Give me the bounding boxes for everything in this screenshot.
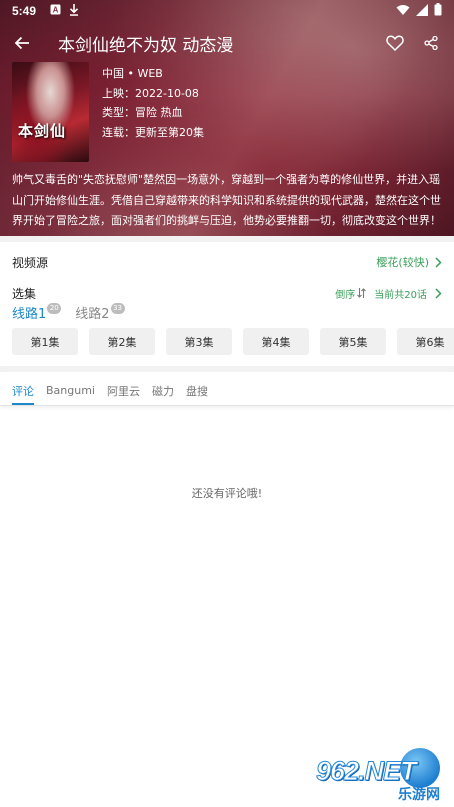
line-tab-label: 线路2 xyxy=(75,307,110,322)
share-icon xyxy=(424,36,438,50)
tab-comments[interactable]: 评论 xyxy=(12,376,34,406)
sort-toggle[interactable]: 倒序 xyxy=(335,286,367,301)
episodes-header: 选集 倒序 当前共20话 xyxy=(0,282,454,304)
arrow-left-icon xyxy=(14,36,29,50)
video-source-label: 视频源 xyxy=(12,255,49,270)
wifi-icon xyxy=(396,4,410,19)
episode-button[interactable]: 第6集 xyxy=(397,328,454,355)
meta-region: 中国 • WEB xyxy=(102,67,163,80)
anime-info: 本剑仙 中国 • WEB 上映：2022-10-08 类型：冒险 热血 连载：更… xyxy=(12,62,204,162)
episodes-label: 选集 xyxy=(12,286,37,301)
sort-icon xyxy=(357,288,367,298)
divider xyxy=(0,366,454,372)
status-time: 5:49 xyxy=(12,4,37,18)
chevron-right-icon xyxy=(435,256,442,268)
svg-text:A: A xyxy=(53,6,59,15)
meta-list: 中国 • WEB 上映：2022-10-08 类型：冒险 热血 连载：更新至第2… xyxy=(102,62,204,162)
poster-image[interactable]: 本剑仙 xyxy=(12,62,89,162)
episode-button[interactable]: 第1集 xyxy=(12,328,78,355)
toolbar: 本剑仙绝不为奴 动态漫 xyxy=(0,26,454,60)
watermark-logo: 962.NET 乐游网 xyxy=(316,748,450,803)
meta-genre: 类型：冒险 热血 xyxy=(102,106,183,119)
content-tabs: 评论 Bangumi 阿里云 磁力 盘搜 xyxy=(0,376,454,406)
signal-icon xyxy=(416,3,428,19)
sort-label: 倒序 xyxy=(335,289,356,301)
line-tab-2[interactable]: 线路2 33 xyxy=(75,303,125,322)
episode-button[interactable]: 第5集 xyxy=(320,328,386,355)
episode-button[interactable]: 第2集 xyxy=(89,328,155,355)
back-button[interactable] xyxy=(0,26,44,60)
episode-button[interactable]: 第4集 xyxy=(243,328,309,355)
video-source-row[interactable]: 视频源 樱花(较快) xyxy=(0,250,454,274)
a-icon: A xyxy=(50,4,61,18)
status-bar: 5:49 A xyxy=(0,0,454,22)
empty-comments-message: 还没有评论哦! xyxy=(191,487,263,500)
share-button[interactable] xyxy=(420,32,442,54)
favorite-button[interactable] xyxy=(384,32,406,54)
episode-list: 第1集 第2集 第3集 第4集 第5集 第6集 xyxy=(12,328,454,355)
video-source-value[interactable]: 樱花(较快) xyxy=(376,254,442,270)
watermark-subtitle: 乐游网 xyxy=(398,787,440,803)
meta-status: 连载：更新至第20集 xyxy=(102,125,204,139)
watermark-text: 962.NET xyxy=(316,756,418,787)
meta-release: 上映：2022-10-08 xyxy=(102,86,199,100)
download-icon xyxy=(69,3,79,19)
line-tab-1[interactable]: 线路1 20 xyxy=(12,303,62,322)
episode-button[interactable]: 第3集 xyxy=(166,328,232,355)
video-source-name: 樱花(较快) xyxy=(376,256,429,269)
episodes-total[interactable]: 当前共20话 xyxy=(374,286,427,301)
tab-magnet[interactable]: 磁力 xyxy=(152,376,174,406)
line-count-badge: 20 xyxy=(47,303,62,314)
tab-bangumi[interactable]: Bangumi xyxy=(46,376,95,406)
description: 帅气又毒舌的"失恋抚慰师"楚然因一场意外，穿越到一个强者为尊的修仙世界，并进入瑶… xyxy=(12,173,441,227)
line-count-badge: 33 xyxy=(110,303,125,314)
tab-aliyun[interactable]: 阿里云 xyxy=(107,376,140,406)
chevron-right-icon xyxy=(435,287,442,299)
battery-icon xyxy=(434,3,442,19)
tab-pan-search[interactable]: 盘搜 xyxy=(186,376,208,406)
heart-icon xyxy=(386,35,404,51)
line-tabs: 线路1 20 线路2 33 xyxy=(12,303,125,322)
page-title: 本剑仙绝不为奴 动态漫 xyxy=(58,35,234,56)
divider xyxy=(0,236,454,242)
poster-title: 本剑仙 xyxy=(18,122,67,140)
line-tab-label: 线路1 xyxy=(12,307,47,322)
